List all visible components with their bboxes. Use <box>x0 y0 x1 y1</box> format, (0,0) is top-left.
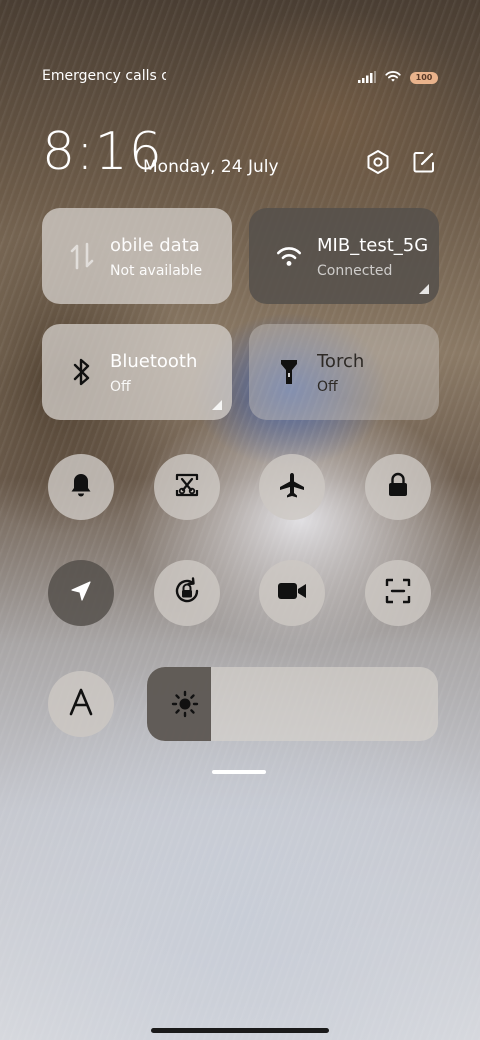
carrier-text: Emergency calls o <box>42 68 166 84</box>
brightness-slider[interactable] <box>147 667 438 741</box>
status-bar: Emergency calls o 100 <box>42 66 438 88</box>
tile-mobile-data-label: obile data <box>110 235 200 256</box>
wifi-status-icon <box>384 68 402 87</box>
toggle-mute[interactable] <box>48 454 114 520</box>
font-a-icon <box>68 688 94 720</box>
tile-torch[interactable]: Torch Off <box>249 324 439 420</box>
date: Monday, 24 July <box>143 157 279 177</box>
toggle-screenshot[interactable] <box>154 454 220 520</box>
sun-icon <box>171 690 199 718</box>
signal-icon <box>358 68 376 87</box>
tile-mobile-data[interactable]: obile data Not available <box>42 208 232 304</box>
status-icons: 100 <box>358 68 438 87</box>
battery-indicator: 100 <box>410 71 438 84</box>
tile-bluetooth-status: Off <box>110 379 131 395</box>
tile-wifi[interactable]: MIB_test_5G Connected <box>249 208 439 304</box>
toggle-screen-recorder[interactable] <box>259 560 325 626</box>
scanner-icon <box>385 578 411 608</box>
tile-wifi-status: Connected <box>317 263 393 279</box>
tile-torch-status: Off <box>317 379 338 395</box>
toggle-location[interactable] <box>48 560 114 626</box>
toggle-lock[interactable] <box>365 454 431 520</box>
toggle-reading-mode[interactable] <box>48 671 114 737</box>
tile-torch-label: Torch <box>317 351 365 372</box>
torch-icon <box>275 358 303 386</box>
mobile-data-icon <box>68 242 96 270</box>
edit-icon <box>412 150 436 178</box>
rotation-lock-icon <box>172 576 202 610</box>
tile-mobile-data-status: Not available <box>110 263 203 279</box>
location-icon <box>69 579 93 607</box>
bell-icon <box>69 472 93 502</box>
toggle-airplane[interactable] <box>259 454 325 520</box>
tile-wifi-label: MIB_test_5G <box>317 235 429 256</box>
bluetooth-icon <box>68 358 96 386</box>
home-indicator[interactable] <box>151 1028 329 1033</box>
expand-corner-icon[interactable] <box>419 284 429 294</box>
tile-bluetooth-label: Bluetooth <box>110 351 198 372</box>
wifi-icon <box>275 242 303 270</box>
toggle-rotation-lock[interactable] <box>154 560 220 626</box>
settings-button[interactable] <box>366 150 390 178</box>
edit-button[interactable] <box>412 150 436 178</box>
settings-hexagon-icon <box>366 149 390 179</box>
airplane-icon <box>278 471 306 503</box>
header-actions <box>366 150 436 178</box>
panel-drag-handle[interactable] <box>212 770 266 774</box>
toggle-scanner[interactable] <box>365 560 431 626</box>
tile-bluetooth[interactable]: Bluetooth Off <box>42 324 232 420</box>
expand-corner-icon[interactable] <box>212 400 222 410</box>
screenshot-icon <box>174 472 200 502</box>
video-camera-icon <box>277 580 307 606</box>
lock-icon <box>386 472 410 502</box>
